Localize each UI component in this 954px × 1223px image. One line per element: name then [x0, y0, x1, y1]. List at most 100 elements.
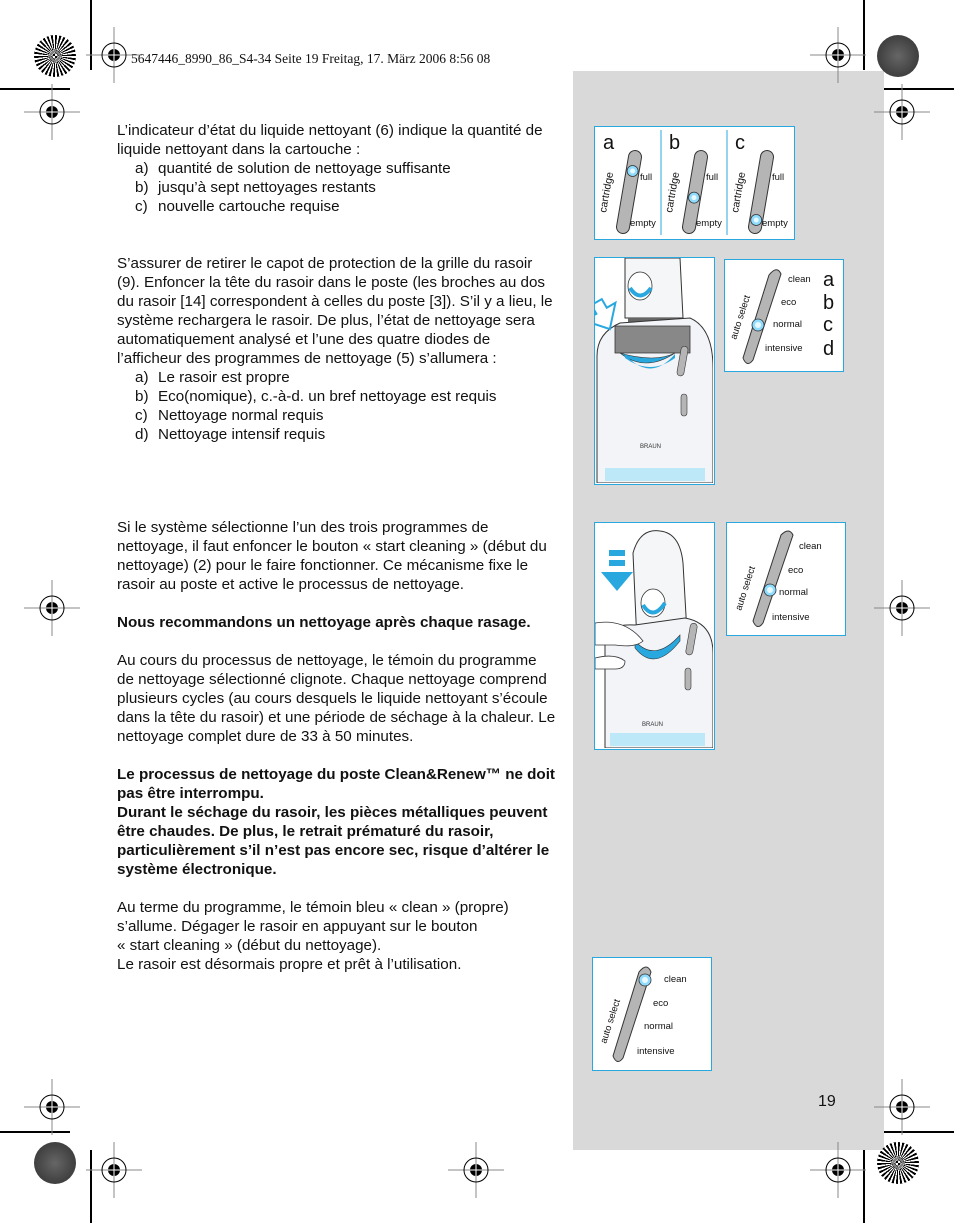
auto-select-diagram: auto select clean eco normal intensive [598, 966, 687, 1062]
figure-auto-select-letters: auto select clean eco normal intensive a… [724, 259, 844, 372]
figure-shaver-insert: BRAUN [594, 257, 715, 485]
list-item: a) quantité de solution de nettoyage suff… [117, 159, 557, 178]
page-number: 19 [818, 1093, 836, 1110]
cartridge-panel-a: a cartridge full empty [597, 132, 656, 234]
empty-label: empty [762, 218, 788, 229]
recommendation: Nous recommandons un nettoyage après cha… [117, 614, 531, 631]
empty-label: empty [696, 218, 722, 229]
list-text: quantité de solution de nettoyage suffis… [158, 160, 451, 177]
panel-letter: b [669, 132, 680, 154]
paragraph: Le rasoir est désormais propre et prêt à… [117, 956, 462, 973]
panel-letter: c [735, 132, 745, 154]
warning: Le processus de nettoyage du poste Clean… [117, 766, 555, 802]
option-intensive: intensive [772, 612, 810, 623]
paragraph: L’indicateur d’état du liquide nettoyant… [117, 122, 543, 158]
arrow-dash [609, 550, 625, 556]
list-item: c) nouvelle cartouche requise [117, 197, 557, 216]
station-cradle [614, 325, 691, 354]
press-start-illustration: BRAUN [595, 530, 713, 748]
cartridge-label: cartridge [729, 171, 748, 213]
option-intensive: intensive [765, 343, 803, 354]
list-label: c) [135, 198, 148, 215]
list-label: b) [135, 179, 149, 196]
cartridge-indicator [684, 667, 692, 691]
empty-label: empty [630, 218, 656, 229]
registration-mark [24, 580, 80, 636]
led-highlight [753, 217, 759, 223]
letter-a: a [823, 269, 835, 291]
list-text: Nettoyage normal requis [158, 407, 324, 424]
cartridge-label: cartridge [663, 171, 682, 213]
registration-mark [810, 1142, 866, 1198]
figure-auto-select-clean: auto select clean eco normal intensive [592, 957, 712, 1071]
option-eco: eco [781, 297, 796, 308]
letter-d: d [823, 338, 834, 360]
list-text: Eco(nomique), c.-à-d. un bref nettoyage … [158, 388, 497, 405]
hand-thumb [595, 655, 626, 670]
full-label: full [640, 172, 652, 183]
list-label: c) [135, 407, 148, 424]
color-bar-starburst [877, 1142, 919, 1184]
list-item: b) jusqu’à sept nettoyages restants [117, 178, 557, 197]
list-item: d) Nettoyage intensif requis [117, 425, 557, 444]
registration-mark [810, 27, 866, 83]
figure-press-start: BRAUN [594, 522, 715, 750]
registration-mark [86, 1142, 142, 1198]
led-highlight [755, 322, 761, 328]
section-cartridge-indicator: L’indicateur d’état du liquide nettoyant… [117, 121, 557, 216]
section-insert-shaver: S’assurer de retirer le capot de protect… [117, 254, 557, 444]
cartridge-diagram: acartridge fullemptybcartridge fullemptycc… [597, 130, 788, 235]
letter-c: c [823, 314, 833, 336]
option-clean: clean [788, 274, 811, 285]
cartridge-indicator [680, 393, 688, 417]
panel-letter: a [603, 132, 615, 154]
paragraph: Au terme du programme, le témoin bleu « … [117, 899, 509, 935]
list-text: Nettoyage intensif requis [158, 426, 326, 443]
color-bar-dark [34, 1142, 76, 1184]
print-header: 5647446_8990_86_S4-34 Seite 19 Freitag, … [131, 51, 491, 66]
registration-mark [86, 27, 142, 83]
color-bar-starburst [34, 35, 76, 77]
list-text: nouvelle cartouche requise [158, 198, 340, 215]
arrow-dash [609, 560, 625, 566]
letter-b: b [823, 292, 834, 314]
auto-select-title: auto select [733, 564, 758, 611]
led-highlight [642, 977, 648, 983]
paragraph: Au cours du processus de nettoyage, le t… [117, 652, 556, 745]
brand-logo: BRAUN [642, 722, 663, 728]
option-normal: normal [773, 319, 802, 330]
auto-select-diagram: auto select clean eco normal intensive [733, 530, 822, 627]
list-text: jusqu’à sept nettoyages restants [158, 179, 376, 196]
color-bar-dark [877, 35, 919, 77]
section-start-cleaning: Si le système sélectionne l’un des trois… [117, 518, 557, 974]
paragraph: S’assurer de retirer le capot de protect… [117, 255, 553, 367]
registration-mark [874, 580, 930, 636]
figure-cartridge-indicator: a cartridge full empty b cartridge full empty c c… [594, 126, 795, 240]
led-highlight [767, 587, 773, 593]
option-eco: eco [788, 565, 803, 576]
registration-mark [24, 84, 80, 140]
full-label: full [772, 172, 784, 183]
option-intensive: intensive [637, 1046, 675, 1057]
registration-mark [448, 1142, 504, 1198]
registration-mark [24, 1079, 80, 1135]
list-item: c) Nettoyage normal requis [117, 406, 557, 425]
brand-logo: BRAUN [640, 444, 661, 450]
list-item: a) Le rasoir est propre [117, 368, 557, 387]
list-label: a) [135, 369, 149, 386]
auto-select-title: auto select [728, 293, 753, 340]
option-clean: clean [799, 541, 822, 552]
led-highlight [630, 168, 636, 174]
paragraph: « start cleaning » (début du nettoyage). [117, 937, 382, 954]
list-label: a) [135, 160, 149, 177]
figure-auto-select-normal: auto select clean eco normal intensive [726, 522, 846, 636]
option-clean: clean [664, 974, 687, 985]
cartridge-panel-c: c cartridge full empty [726, 130, 788, 235]
warning: Durant le séchage du rasoir, les pièces … [117, 804, 550, 878]
cartridge-label: cartridge [597, 171, 616, 213]
list-text: Le rasoir est propre [158, 369, 290, 386]
arrow-down-icon [601, 572, 633, 591]
registration-mark [874, 1079, 930, 1135]
station-base-light [605, 468, 705, 481]
full-label: full [706, 172, 718, 183]
